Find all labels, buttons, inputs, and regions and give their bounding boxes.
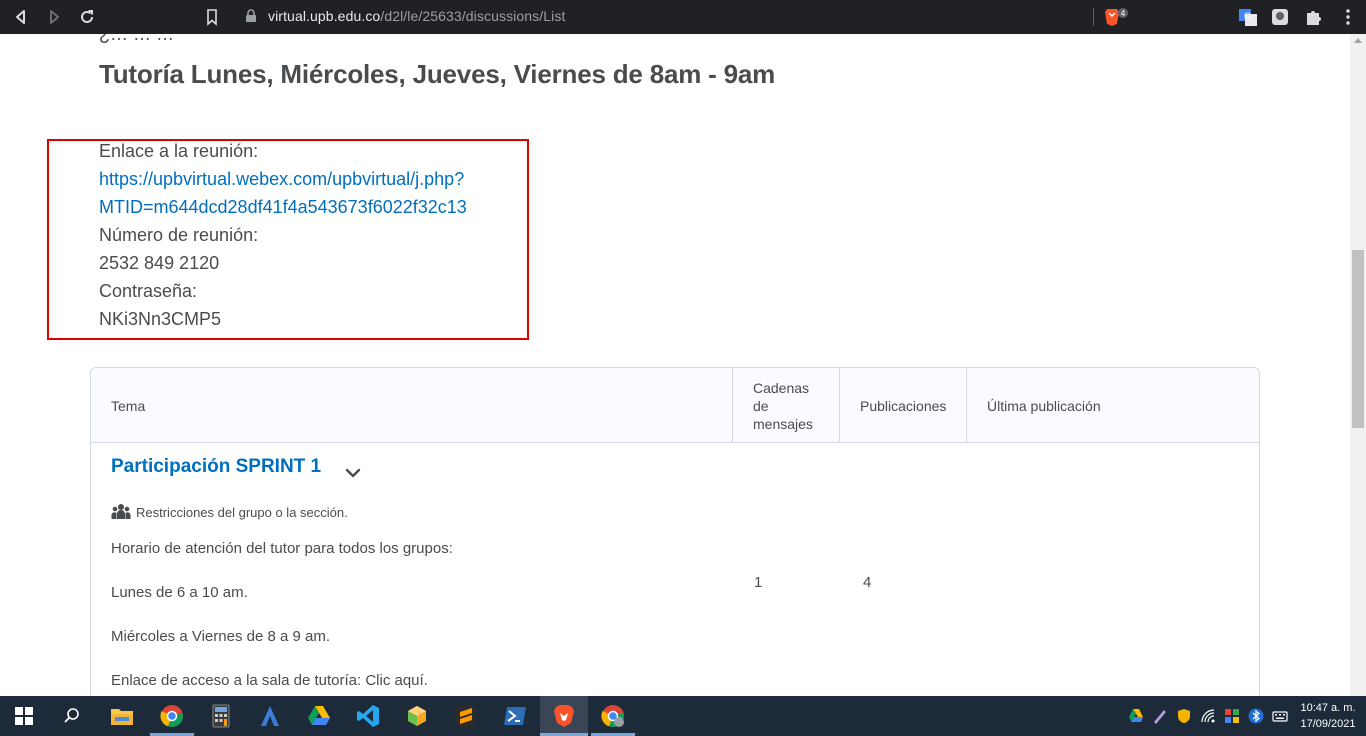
drive-tray-icon[interactable] — [1128, 708, 1144, 724]
header-topic: Tema — [111, 397, 146, 414]
extension-icon[interactable] — [1270, 7, 1290, 27]
clock-time: 10:47 a. m. — [1300, 702, 1356, 714]
threads-count: 1 — [754, 574, 763, 591]
forward-icon[interactable] — [43, 6, 65, 28]
scrollbar-thumb[interactable] — [1352, 250, 1364, 428]
header-threads-line2: de — [753, 397, 769, 414]
app-icon[interactable] — [256, 702, 284, 730]
description-line: Lunes de 6 a 10 am. — [111, 584, 248, 601]
calculator-icon[interactable] — [207, 702, 235, 730]
description-line: Enlace de acceso a la sala de tutoría: C… — [111, 672, 428, 689]
omnibox-divider — [1093, 8, 1094, 26]
pen-tray-icon[interactable] — [1152, 708, 1168, 724]
svg-text:G: G — [1244, 11, 1251, 21]
brave-shield-icon[interactable]: 4 — [1104, 7, 1130, 27]
app-cube-icon[interactable] — [403, 702, 431, 730]
header-posts: Publicaciones — [860, 397, 947, 414]
meeting-link-line1[interactable]: https://upbvirtual.webex.com/upbvirtual/… — [99, 169, 464, 190]
keyboard-icon[interactable] — [1272, 708, 1288, 724]
chrome-icon[interactable] — [158, 702, 186, 730]
file-explorer-icon[interactable] — [108, 702, 136, 730]
description-line: Horario de atención del tutor para todos… — [111, 540, 453, 557]
meeting-link-line2[interactable]: MTID=m644dcd28df41f4a543673f6022f32c13 — [99, 197, 467, 218]
page-heading: Tutoría Lunes, Miércoles, Jueves, Vierne… — [99, 59, 776, 89]
security-tray-icon[interactable] — [1176, 708, 1192, 724]
bluetooth-icon[interactable] — [1248, 708, 1264, 724]
back-icon[interactable] — [10, 6, 32, 28]
google-drive-icon[interactable] — [305, 702, 333, 730]
url-host: virtual.upb.edu.co — [268, 8, 381, 24]
shield-badge-count: 4 — [1121, 9, 1126, 18]
scroll-up-arrow[interactable] — [1354, 38, 1362, 43]
meeting-password-value: NKi3Nn3CMP5 — [99, 309, 222, 329]
windows-start-icon[interactable] — [10, 702, 38, 730]
url-path: /d2l/le/25633/discussions/List — [380, 8, 566, 24]
bookmark-icon[interactable] — [202, 7, 222, 27]
header-divider — [839, 368, 840, 443]
translate-extension-icon[interactable]: G — [1238, 7, 1258, 27]
discussions-table: Tema Cadenas de mensajes Publicaciones Ú… — [90, 367, 1260, 696]
header-last-post: Última publicación — [987, 397, 1101, 414]
meeting-number-label: Número de reunión: — [99, 225, 259, 245]
wifi-icon[interactable] — [1200, 708, 1216, 724]
system-clock[interactable]: 10:47 a. m. 17/09/2021 — [1296, 700, 1360, 732]
vscode-icon[interactable] — [354, 702, 382, 730]
clock-date: 17/09/2021 — [1300, 718, 1356, 730]
browser-toolbar: virtual.upb.edu.co/d2l/le/25633/discussi… — [0, 0, 1366, 34]
header-divider — [966, 368, 967, 443]
group-icon — [111, 503, 131, 519]
description-line: Miércoles a Viernes de 8 a 9 am. — [111, 628, 331, 645]
browser-menu-icon[interactable] — [1338, 6, 1358, 28]
chrome-profile-icon[interactable] — [599, 702, 627, 730]
header-threads-line1: Cadenas — [753, 379, 810, 396]
url-text[interactable]: virtual.upb.edu.co/d2l/le/25633/discussi… — [268, 8, 565, 24]
colorful-tray-icon[interactable] — [1224, 708, 1240, 724]
meeting-password-label: Contraseña: — [99, 281, 198, 301]
powershell-icon[interactable] — [501, 702, 529, 730]
header-threads-line3: mensajes — [753, 415, 813, 432]
lock-icon[interactable] — [245, 9, 257, 23]
brave-browser-icon[interactable] — [550, 702, 578, 730]
chevron-down-icon[interactable] — [344, 466, 362, 478]
topic-title-link[interactable]: Participación SPRINT 1 — [111, 456, 321, 478]
extensions-puzzle-icon[interactable] — [1303, 7, 1323, 27]
taskbar: 10:47 a. m. 17/09/2021 — [0, 696, 1366, 736]
clipped-text: ¿… … … — [99, 34, 174, 44]
meeting-link-label: Enlace a la reunión: — [99, 141, 259, 161]
header-threads: Cadenas de mensajes — [753, 368, 833, 443]
page-content: ¿… … … Tutoría Lunes, Miércoles, Jueves,… — [0, 34, 1350, 696]
reload-icon[interactable] — [76, 6, 98, 28]
posts-count: 4 — [863, 574, 872, 591]
sublime-text-icon[interactable] — [452, 702, 480, 730]
restriction-text: Restricciones del grupo o la sección. — [136, 505, 348, 520]
meeting-number-value: 2532 849 2120 — [99, 253, 220, 273]
header-divider — [732, 368, 733, 443]
search-icon[interactable] — [58, 702, 86, 730]
table-header: Tema Cadenas de mensajes Publicaciones Ú… — [91, 368, 1259, 443]
